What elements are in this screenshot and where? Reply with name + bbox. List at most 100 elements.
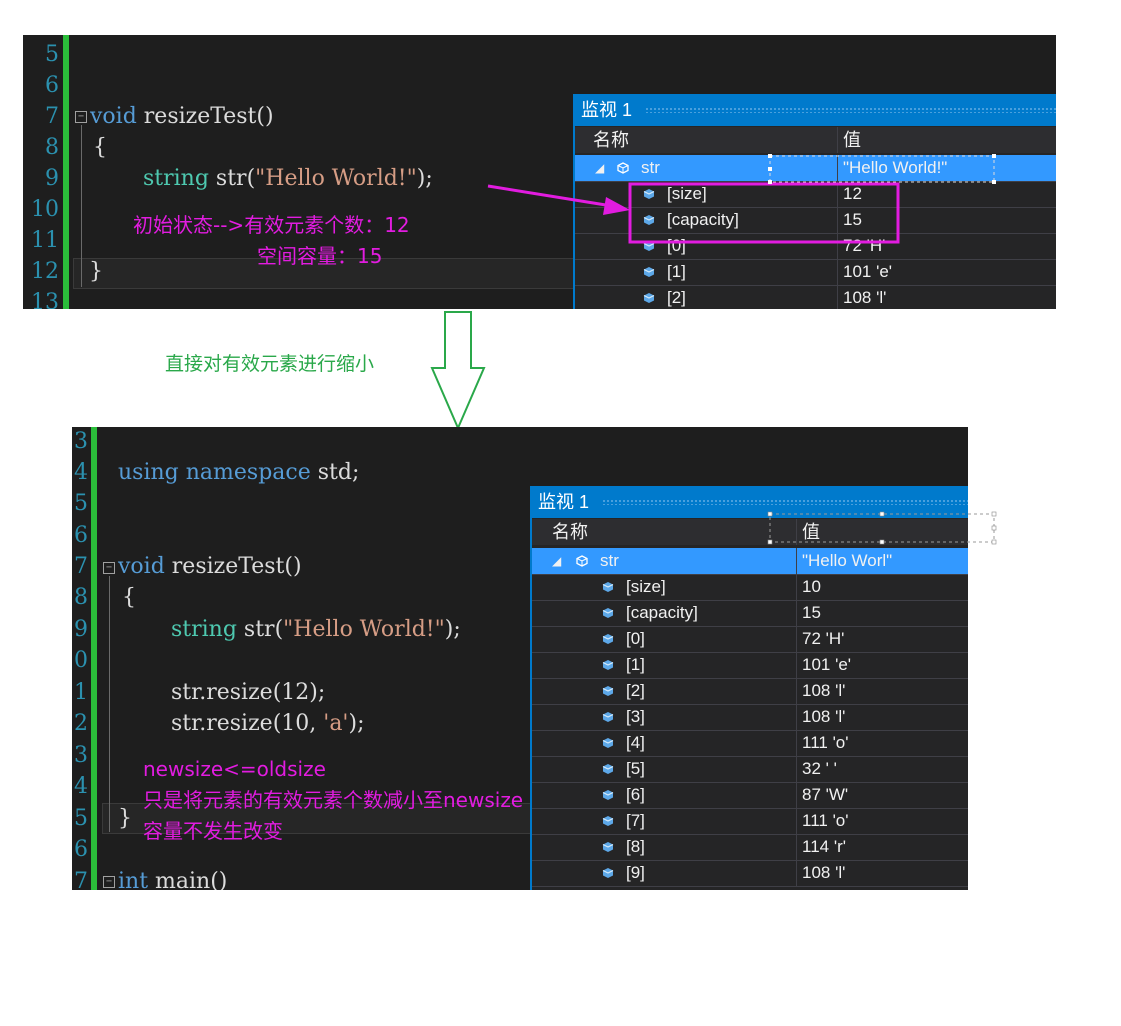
selection-handle [991, 525, 997, 531]
column-separator [796, 652, 797, 678]
field-icon [602, 686, 614, 696]
selection-handle [992, 154, 996, 158]
column-separator [796, 600, 797, 626]
code-text: ); [348, 711, 365, 736]
row-value: 108 'l' [802, 863, 846, 882]
field-icon [602, 842, 614, 852]
fold-guide [109, 576, 110, 832]
field-icon [602, 660, 614, 670]
pointer-arrow-head [603, 197, 630, 215]
dashed-selection [769, 513, 995, 543]
row-name: [9] [626, 863, 645, 882]
code-line-8: { [122, 585, 136, 610]
row-value: 111 'o' [802, 811, 849, 830]
column-separator [796, 860, 797, 886]
keyword: using [118, 460, 179, 485]
line-number: 9 [74, 617, 88, 642]
watch-row-element[interactable]: [8] 114 'r' [532, 834, 968, 861]
field-icon [602, 816, 614, 826]
row-name: [6] [626, 785, 645, 804]
watch-row-size[interactable]: [size] 10 [532, 574, 968, 601]
code-text: std; [310, 460, 360, 485]
watch-row-element[interactable]: [1] 101 'e' [532, 652, 968, 679]
selection-handle [879, 511, 885, 517]
annotation-capacity-unchanged: 容量不发生改变 [143, 819, 283, 843]
row-value: 32 ' ' [802, 759, 837, 778]
selection-handle [992, 180, 996, 184]
string-literal: "Hello World!" [283, 617, 445, 642]
watch-row-element[interactable]: [6] 87 'W' [532, 782, 968, 809]
line-number: 7 [74, 869, 88, 890]
string-literal: 'a' [323, 711, 349, 736]
field-icon [602, 608, 614, 618]
annotation-explanation: 只是将元素的有效元素个数减小至newsize [143, 788, 524, 812]
collapse-icon[interactable]: − [103, 876, 115, 888]
line-number: 1 [74, 680, 88, 705]
selection-handle [879, 539, 885, 545]
bottom-screenshot: 3 4 5 6 7 8 9 0 1 2 3 4 5 6 7 using name… [72, 427, 968, 890]
line-number: 5 [74, 806, 88, 831]
selection-handle [767, 539, 773, 545]
code-text: ); [444, 617, 461, 642]
row-name: [8] [626, 837, 645, 856]
row-value: 101 'e' [802, 655, 852, 674]
code-line-4: using namespace std; [118, 457, 359, 488]
row-name: [2] [626, 681, 645, 700]
field-icon [602, 634, 614, 644]
row-name: [size] [626, 577, 666, 596]
watch-row-element[interactable]: [3] 108 'l' [532, 704, 968, 731]
column-separator [796, 808, 797, 834]
row-value: 15 [802, 603, 821, 622]
line-number: 4 [74, 774, 88, 799]
watch-row-element[interactable]: [4] 111 'o' [532, 730, 968, 757]
row-value: 87 'W' [802, 785, 849, 804]
watch-row-element[interactable]: [0] 72 'H' [532, 626, 968, 653]
top-overlay [487, 154, 996, 244]
row-value: 114 'r' [802, 837, 846, 856]
selection-handle [767, 511, 773, 517]
field-icon [602, 582, 614, 592]
line-number: 3 [74, 429, 88, 454]
collapse-icon[interactable]: − [103, 562, 115, 574]
code-line-11: str.resize(12); [171, 680, 326, 705]
keyword: int [118, 869, 149, 890]
code-text: str.resize(10, [171, 711, 324, 736]
column-separator [796, 756, 797, 782]
annotation-condition: newsize<=oldsize [143, 757, 326, 781]
line-number: 8 [74, 585, 88, 610]
line-number: 2 [74, 711, 88, 736]
line-number: 4 [74, 460, 88, 485]
row-name: [capacity] [626, 603, 698, 622]
field-icon [602, 764, 614, 774]
field-icon [602, 738, 614, 748]
row-value: 108 'l' [802, 681, 846, 700]
selection-handle [768, 167, 772, 171]
watch-row-element[interactable]: [5] 32 ' ' [532, 756, 968, 783]
pointer-arrow-line [487, 184, 613, 208]
row-value: 10 [802, 577, 821, 596]
column-separator [796, 834, 797, 860]
row-name: [0] [626, 629, 645, 648]
column-separator [796, 782, 797, 808]
column-separator [796, 678, 797, 704]
transition-label: 直接对有效元素进行缩小 [165, 353, 375, 375]
row-name: [5] [626, 759, 645, 778]
code-line-17: int main() [118, 866, 227, 890]
code-line-12: str.resize(10, 'a'); [171, 708, 364, 739]
selection-handle [768, 154, 772, 158]
watch-row-capacity[interactable]: [capacity] 15 [532, 600, 968, 627]
watch-row-element[interactable]: [9] 108 'l' [532, 860, 968, 887]
selection-handle [991, 511, 997, 517]
column-separator [796, 730, 797, 756]
code-line-9: string str("Hello World!"); [171, 614, 461, 645]
down-arrow-icon [430, 311, 486, 431]
watch-row-element[interactable]: [7] 111 'o' [532, 808, 968, 835]
column-separator [796, 626, 797, 652]
field-icon [602, 712, 614, 722]
row-name: [4] [626, 733, 645, 752]
selection-handle [768, 180, 772, 184]
watch-row-element[interactable]: [2] 108 'l' [532, 678, 968, 705]
change-marker-bar [91, 427, 97, 890]
bottom-overlay [767, 511, 997, 545]
code-line-15: } [118, 806, 132, 831]
